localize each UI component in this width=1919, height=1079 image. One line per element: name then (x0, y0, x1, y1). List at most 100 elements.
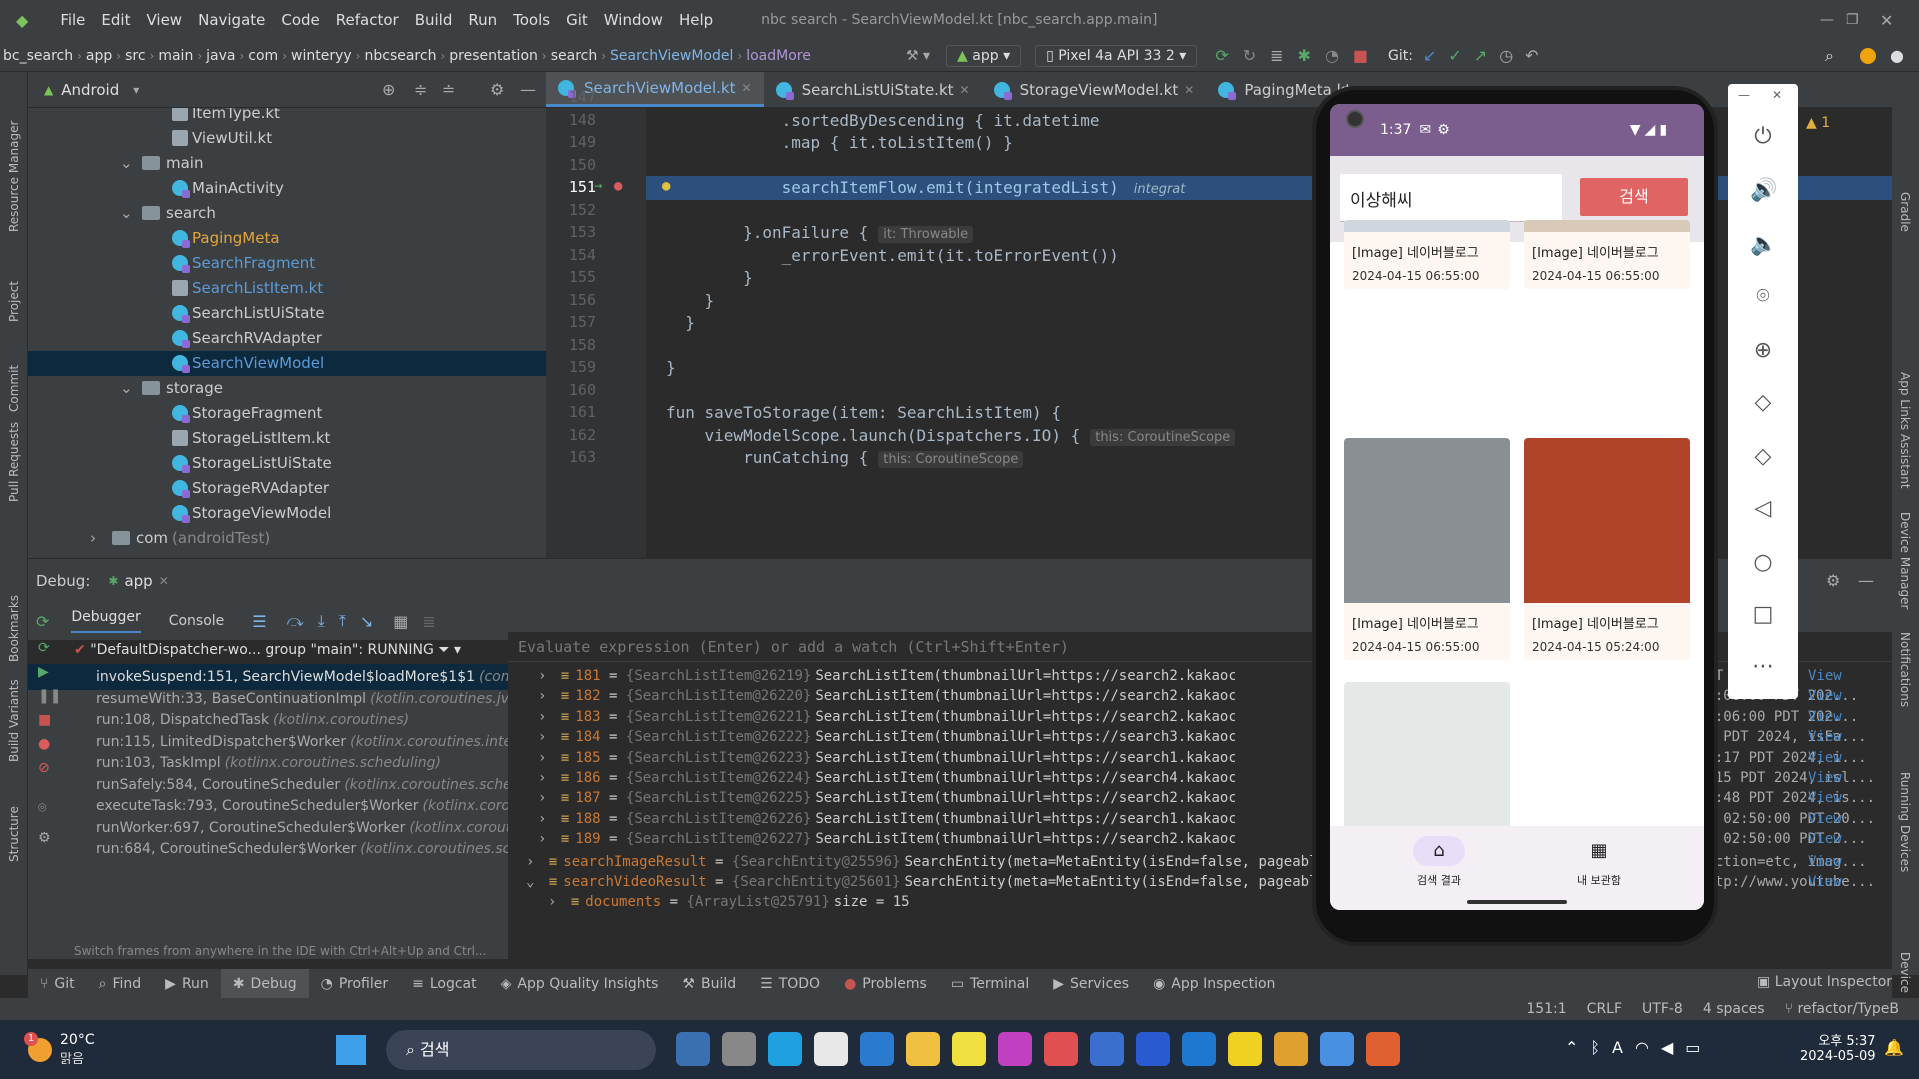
editor-tab[interactable]: SearchListUiState.kt ✕ (764, 72, 982, 107)
notification-bell-icon[interactable]: 🔔 (1884, 1038, 1904, 1057)
table-icon[interactable]: ▦ (393, 612, 408, 631)
expand-all-icon[interactable]: ≑ (414, 80, 427, 99)
chevron-right-icon[interactable]: › (548, 894, 565, 910)
menu-git[interactable]: Git (558, 11, 596, 29)
tree-item[interactable]: SearchListUiState (28, 301, 546, 326)
volume-up-icon[interactable]: 🔊 (1750, 178, 1777, 204)
result-card[interactable]: [Image] 네이버블로그 2024-04-15 06:55:00 (1524, 220, 1690, 289)
tool-window-structure[interactable]: Structure (7, 806, 21, 862)
breadcrumb-item[interactable]: bc_search (0, 48, 76, 64)
camera-icon[interactable]: ⌾ (38, 800, 46, 816)
menu-icon[interactable]: ☰ (252, 612, 266, 631)
tree-item[interactable]: PagingMeta (28, 226, 546, 251)
breakpoints-icon[interactable]: ● (38, 736, 50, 752)
volume-down-icon[interactable]: 🔈 (1750, 232, 1777, 258)
chevron-right-icon[interactable]: › (538, 729, 555, 745)
indent-setting[interactable]: 4 spaces (1703, 1001, 1765, 1017)
tree-item[interactable]: ⌄ search (28, 201, 546, 226)
taskbar-app-icon[interactable] (906, 1032, 940, 1066)
close-tab-icon[interactable]: ✕ (742, 81, 752, 95)
rerun-icon[interactable]: ⟳ (38, 640, 50, 656)
breadcrumb-item[interactable]: presentation (446, 48, 541, 64)
back-icon[interactable]: ◁ (1750, 496, 1776, 522)
project-view-select[interactable]: Android (61, 81, 119, 99)
tree-item[interactable]: StorageViewModel (28, 501, 546, 526)
rerun-icon[interactable]: ⟳ (1215, 46, 1228, 65)
menu-code[interactable]: Code (273, 11, 327, 29)
close-icon[interactable]: ✕ (1880, 11, 1893, 30)
tool-window-build-variants[interactable]: Build Variants (7, 679, 21, 762)
stack-frame[interactable]: run:684, CoroutineScheduler$Worker (kotli… (28, 836, 508, 862)
tool-window-device-manager[interactable]: Device Manager (1898, 512, 1912, 609)
menu-file[interactable]: File (52, 11, 93, 29)
apply-changes-icon[interactable]: ↻ (1243, 46, 1256, 65)
step-into-icon[interactable]: ⤓ (318, 611, 325, 631)
taskbar-app-icon[interactable] (1320, 1032, 1354, 1066)
chevron-up-icon[interactable]: ⌃ (1565, 1038, 1578, 1057)
taskbar-app-icon[interactable] (1044, 1032, 1078, 1066)
line-separator[interactable]: CRLF (1587, 1001, 1622, 1017)
taskbar-app-icon[interactable] (722, 1032, 756, 1066)
restore-icon[interactable]: ❐ (1846, 12, 1859, 28)
chevron-right-icon[interactable]: › (538, 668, 555, 684)
bottom-tab-logcat[interactable]: ≡ Logcat (400, 976, 489, 992)
rerun-icon[interactable]: ⟳ (36, 612, 49, 631)
clock[interactable]: 오후 5:37 2024-05-09 (1800, 1030, 1876, 1064)
taskbar-app-icon[interactable] (1136, 1032, 1170, 1066)
tree-item[interactable]: StorageListItem.kt (28, 426, 546, 451)
tree-item[interactable]: › com (androidTest) (28, 526, 546, 551)
git-push-icon[interactable]: ↗ (1474, 46, 1487, 65)
account-icon[interactable]: ● (1890, 46, 1904, 65)
run-config-select[interactable]: ▲ app ▾ (946, 44, 1022, 67)
tree-item[interactable]: StorageRVAdapter (28, 476, 546, 501)
stream-icon[interactable]: ≣ (422, 612, 435, 631)
device-select[interactable]: ▯ Pixel 4a API 33 2 ▾ (1035, 44, 1198, 67)
tree-item[interactable]: ⌄ storage (28, 376, 546, 401)
tool-window-pull-requests[interactable]: Pull Requests (7, 422, 21, 502)
step-out-icon[interactable]: ⤒ (339, 611, 346, 631)
taskbar-app-icon[interactable] (1182, 1032, 1216, 1066)
bottom-tab-app-quality-insights[interactable]: ◈ App Quality Insights (489, 976, 671, 992)
close-session-icon[interactable]: ✕ (159, 574, 169, 588)
chevron-down-icon[interactable]: ⌄ (120, 376, 133, 401)
tree-item[interactable]: SearchRVAdapter (28, 326, 546, 351)
chevron-right-icon[interactable]: › (538, 750, 555, 766)
menu-refactor[interactable]: Refactor (328, 11, 407, 29)
tool-window-gradle[interactable]: Gradle (1898, 192, 1912, 232)
step-over-icon[interactable]: ⤼ (287, 611, 304, 631)
bottom-tab-todo[interactable]: ☰ TODO (748, 976, 832, 992)
gear-icon[interactable]: ⚙ (1826, 571, 1840, 590)
tool-window-running-devices[interactable]: Running Devices (1898, 772, 1912, 872)
overview-icon[interactable]: □ (1750, 602, 1776, 628)
battery-icon[interactable]: ▭ (1685, 1038, 1700, 1057)
menu-view[interactable]: View (138, 11, 190, 29)
breakpoint-icon[interactable]: ● (614, 178, 622, 194)
chevron-down-icon[interactable]: › (90, 526, 96, 551)
close-tab-icon[interactable]: ✕ (960, 83, 970, 97)
volume-icon[interactable]: ◀ (1661, 1038, 1673, 1057)
minimize-icon[interactable]: — (1820, 12, 1834, 28)
taskbar-search[interactable]: ⌕ 검색 (386, 1030, 656, 1070)
tree-item[interactable]: SearchFragment (28, 251, 546, 276)
search-everywhere-icon[interactable]: ⌕ (1825, 46, 1834, 66)
tree-item[interactable]: SearchViewModel (28, 351, 546, 376)
menu-window[interactable]: Window (596, 11, 671, 29)
result-card[interactable]: [Image] 네이버블로그 2024-04-15 05:24:00 (1524, 438, 1690, 660)
tool-window-notifications[interactable]: Notifications (1898, 632, 1912, 707)
taskbar-app-icon[interactable] (1274, 1032, 1308, 1066)
tree-item[interactable]: ⌄ main (28, 151, 546, 176)
chevron-down-icon[interactable]: ⌄ (120, 151, 133, 176)
nav-item[interactable]: ▦ 내 보관함 (1544, 836, 1654, 888)
bottom-tab-problems[interactable]: ● Problems (832, 976, 939, 992)
debug-icon[interactable]: ✱ (1298, 46, 1311, 65)
file-encoding[interactable]: UTF-8 (1642, 1001, 1683, 1017)
wifi-icon[interactable]: ◠ (1635, 1038, 1649, 1057)
rotate-left-icon[interactable]: ◇ (1750, 390, 1776, 416)
result-card[interactable]: [Image] 네이버블로그 2024-04-15 06:55:00 (1344, 438, 1510, 660)
bottom-tab-app-inspection[interactable]: ◉ App Inspection (1141, 976, 1287, 992)
weather-widget[interactable]: 1 20°C 맑음 (24, 1031, 95, 1067)
tool-window-commit[interactable]: Commit (7, 365, 21, 412)
pause-icon[interactable]: ❚❚ (38, 688, 61, 704)
gear-icon[interactable]: ⚙ (38, 830, 51, 846)
nav-item[interactable]: ⌂ 검색 결과 (1384, 836, 1494, 888)
